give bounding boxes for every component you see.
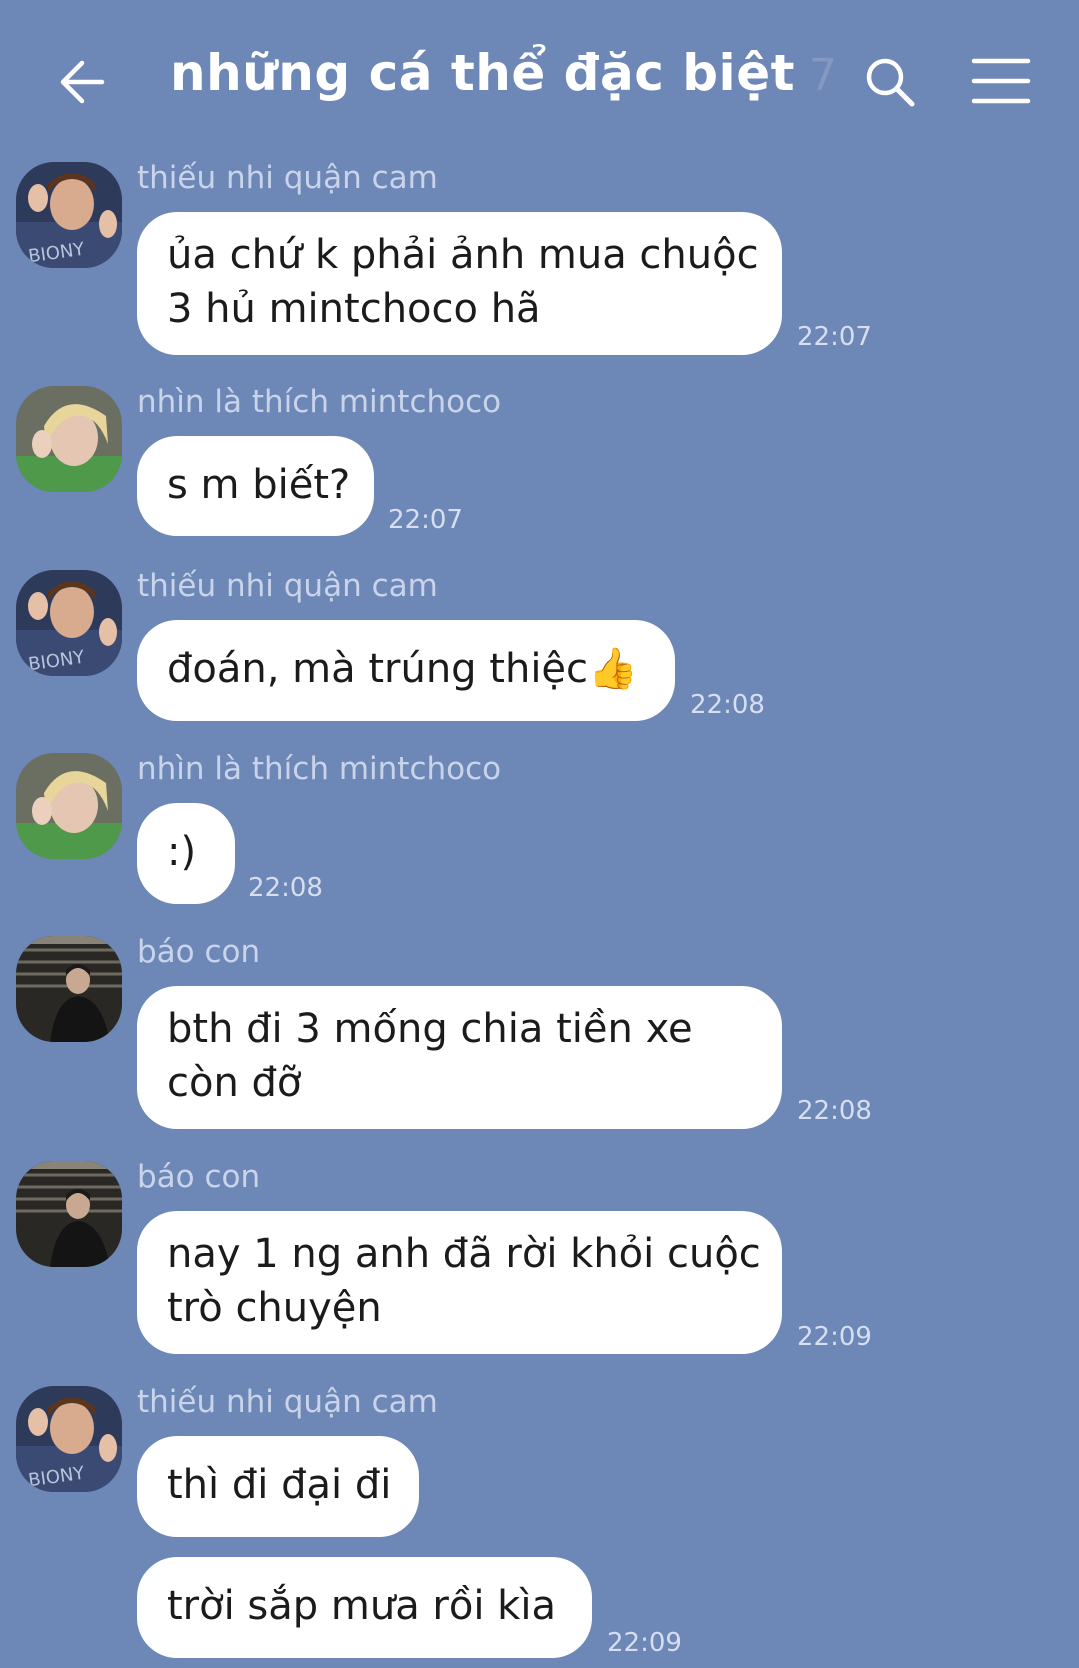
message-time: 22:08 — [690, 690, 765, 720]
message-bubble[interactable]: thì đi đại đi — [137, 1436, 419, 1537]
avatar-stairs-photo — [16, 1161, 122, 1267]
avatar-stairs-photo — [16, 936, 122, 1042]
avatar-blonde-photo — [16, 386, 122, 492]
message-text: ủa chứ k phải ảnh mua chuộc — [167, 232, 759, 278]
avatar-orange-photo: BIONY — [16, 570, 122, 676]
search-icon — [866, 58, 915, 107]
message-bubble[interactable]: s m biết? — [137, 436, 374, 536]
message-text: nay 1 ng anh đã rời khỏi cuộc — [167, 1231, 761, 1277]
message-bubble[interactable]: bth đi 3 mống chia tiền xe còn đỡ — [137, 986, 782, 1129]
chat-header: những cá thể đặc biệt 7 — [0, 0, 1079, 160]
avatar[interactable]: BIONY — [16, 162, 122, 268]
sender-name: báo con — [137, 934, 261, 970]
member-count: 7 — [809, 50, 838, 101]
avatar[interactable]: BIONY — [16, 570, 122, 676]
message-text: đoán, mà trúng thiệc👍 — [167, 646, 638, 692]
message-text: thì đi đại đi — [167, 1462, 392, 1508]
message-bubble[interactable]: trời sắp mưa rồi kìa — [137, 1557, 592, 1658]
back-button[interactable] — [52, 52, 112, 112]
message-text: :) — [167, 829, 197, 875]
avatar-blonde-photo — [16, 753, 122, 859]
message-bubble[interactable]: đoán, mà trúng thiệc👍 — [137, 620, 675, 721]
sender-name: thiếu nhi quận cam — [137, 1384, 438, 1420]
message-text: còn đỡ — [167, 1060, 302, 1106]
sender-name: nhìn là thích mintchoco — [137, 751, 502, 787]
sender-name: thiếu nhi quận cam — [137, 568, 438, 604]
avatar[interactable]: BIONY — [16, 1386, 122, 1492]
avatar[interactable] — [16, 386, 122, 492]
message-time: 22:09 — [607, 1628, 682, 1658]
avatar-orange-photo: BIONY — [16, 1386, 122, 1492]
message-time: 22:09 — [797, 1322, 872, 1352]
avatar[interactable] — [16, 1161, 122, 1267]
message-time: 22:08 — [797, 1096, 872, 1126]
message-text: 3 hủ mintchoco hã — [167, 286, 541, 332]
avatar[interactable] — [16, 936, 122, 1042]
back-arrow-icon — [60, 60, 105, 104]
menu-button[interactable] — [970, 56, 1032, 106]
group-name: những cá thể đặc biệt — [170, 44, 796, 102]
avatar-orange-photo: BIONY — [16, 162, 122, 268]
message-time: 22:08 — [248, 873, 323, 903]
search-button[interactable] — [860, 52, 920, 112]
message-text: trời sắp mưa rồi kìa — [167, 1583, 556, 1629]
sender-name: thiếu nhi quận cam — [137, 160, 438, 196]
chat-title: những cá thể đặc biệt 7 — [170, 44, 838, 102]
message-time: 22:07 — [797, 322, 872, 352]
sender-name: báo con — [137, 1159, 261, 1195]
message-text: bth đi 3 mống chia tiền xe — [167, 1006, 693, 1052]
message-time: 22:07 — [388, 505, 463, 535]
message-bubble[interactable]: :) — [137, 803, 235, 904]
avatar[interactable] — [16, 753, 122, 859]
sender-name: nhìn là thích mintchoco — [137, 384, 502, 420]
message-bubble[interactable]: nay 1 ng anh đã rời khỏi cuộc trò chuyện — [137, 1211, 782, 1354]
message-text: s m biết? — [167, 462, 351, 508]
message-bubble[interactable]: ủa chứ k phải ảnh mua chuộc 3 hủ mintcho… — [137, 212, 782, 355]
message-text: trò chuyện — [167, 1285, 382, 1331]
hamburger-menu-icon — [971, 58, 1031, 104]
